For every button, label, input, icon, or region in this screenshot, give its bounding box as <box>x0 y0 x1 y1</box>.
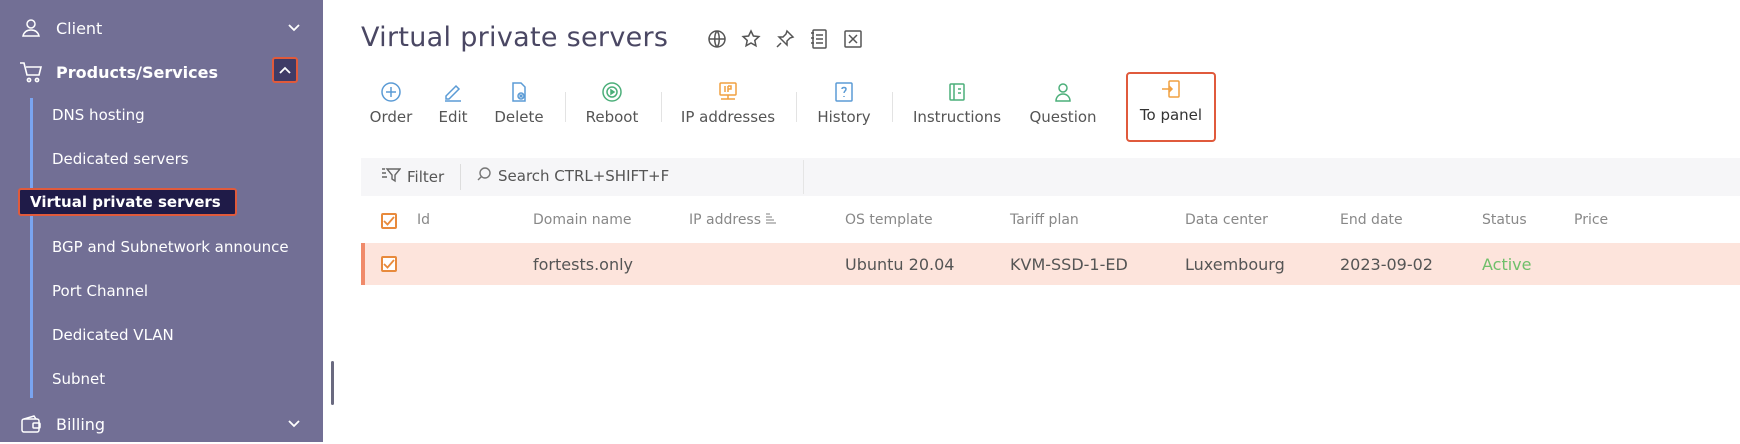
delete-doc-icon <box>507 80 531 104</box>
sidebar: Client Products/Services DNS hosting Ded… <box>0 0 323 442</box>
instructions-icon <box>945 80 969 104</box>
instructions-label: Instructions <box>912 108 1002 126</box>
delete-button[interactable]: Delete <box>492 80 546 140</box>
sidebar-item-dns-hosting[interactable]: DNS hosting <box>52 106 145 124</box>
column-header-domain-name[interactable]: Domain name <box>533 212 631 228</box>
chevron-down-icon[interactable] <box>284 414 304 434</box>
cell-domain-name: fortests.only <box>533 255 633 274</box>
sidebar-item-subnet[interactable]: Subnet <box>52 370 105 388</box>
star-icon[interactable] <box>740 28 762 50</box>
delete-label: Delete <box>494 108 544 126</box>
sidebar-item-bgp[interactable]: BGP and Subnetwork announce <box>52 238 289 256</box>
order-label: Order <box>369 108 413 126</box>
to-panel-content[interactable]: To panel <box>1133 78 1209 138</box>
column-header-status[interactable]: Status <box>1482 212 1527 228</box>
filter-label: Filter <box>407 168 445 186</box>
filter-separator <box>460 164 461 190</box>
column-header-price[interactable]: Price <box>1574 212 1608 228</box>
column-header-id[interactable]: Id <box>417 212 430 228</box>
instructions-button[interactable]: Instructions <box>910 80 1004 140</box>
sidebar-item-virtual-private-servers[interactable]: Virtual private servers <box>18 188 237 216</box>
sidebar-item-label: Billing <box>56 414 106 434</box>
cart-icon <box>18 59 44 85</box>
reboot-button[interactable]: Reboot <box>583 80 641 140</box>
history-button[interactable]: History <box>815 80 873 140</box>
filter-button[interactable]: Filter <box>381 166 444 188</box>
row-checkbox[interactable] <box>381 256 397 272</box>
sidebar-item-port-channel[interactable]: Port Channel <box>52 282 148 300</box>
reboot-label: Reboot <box>585 108 639 126</box>
cell-status: Active <box>1482 255 1532 274</box>
plus-circle-icon <box>379 80 403 104</box>
filter-icon <box>381 166 402 188</box>
globe-icon[interactable] <box>706 28 728 50</box>
sort-icon <box>765 212 777 228</box>
page-title: Virtual private servers <box>361 22 669 53</box>
excel-export-icon[interactable] <box>842 28 864 50</box>
toolbar-separator <box>796 92 797 122</box>
history-icon <box>832 80 856 104</box>
column-header-end-date[interactable]: End date <box>1340 212 1403 228</box>
question-label: Question <box>1029 108 1097 126</box>
search-icon <box>476 166 492 186</box>
column-header-os-template[interactable]: OS template <box>845 212 933 228</box>
sidebar-item-dedicated-vlan[interactable]: Dedicated VLAN <box>52 326 174 344</box>
pencil-icon <box>441 80 465 104</box>
cell-os-template: Ubuntu 20.04 <box>845 255 955 274</box>
edit-button[interactable]: Edit <box>436 80 470 140</box>
toolbar-separator <box>565 92 566 122</box>
reboot-icon <box>600 80 624 104</box>
cell-tariff-plan: KVM-SSD-1-ED <box>1010 255 1128 274</box>
cell-end-date: 2023-09-02 <box>1340 255 1433 274</box>
wallet-icon <box>18 411 44 437</box>
sidebar-resize-handle[interactable] <box>331 361 334 405</box>
login-panel-icon <box>1159 78 1183 102</box>
search-input[interactable] <box>498 167 798 185</box>
ip-addresses-button[interactable]: IP addresses <box>679 80 777 140</box>
notes-icon[interactable] <box>808 28 830 50</box>
to-panel-label: To panel <box>1139 106 1203 124</box>
sidebar-item-label: Client <box>56 18 103 38</box>
column-header-data-center[interactable]: Data center <box>1185 212 1268 228</box>
title-actions <box>706 28 864 50</box>
history-label: History <box>817 108 871 126</box>
ip-icon <box>716 80 740 104</box>
toolbar-separator <box>892 92 893 122</box>
search-box[interactable] <box>476 166 798 186</box>
row-selected-accent <box>361 243 365 285</box>
sidebar-item-client[interactable]: Client <box>0 8 323 48</box>
search-separator <box>803 160 804 194</box>
question-button[interactable]: Question <box>1026 80 1100 140</box>
ip-addresses-label: IP addresses <box>680 108 776 126</box>
sidebar-item-label: Products/Services <box>56 62 218 82</box>
toolbar-separator <box>661 92 662 122</box>
column-header-label: IP address <box>689 212 762 228</box>
select-all-checkbox[interactable] <box>381 213 397 229</box>
submenu-line <box>30 98 33 398</box>
column-header-ip-address[interactable]: IP address <box>689 212 777 228</box>
order-button[interactable]: Order <box>367 80 415 140</box>
column-header-tariff-plan[interactable]: Tariff plan <box>1010 212 1079 228</box>
edit-label: Edit <box>438 108 468 126</box>
sidebar-item-dedicated-servers[interactable]: Dedicated servers <box>52 150 189 168</box>
cell-data-center: Luxembourg <box>1185 255 1285 274</box>
user-icon <box>18 15 44 41</box>
question-user-icon <box>1051 80 1075 104</box>
chevron-down-icon[interactable] <box>284 18 304 38</box>
pin-icon[interactable] <box>774 28 796 50</box>
sidebar-item-billing[interactable]: Billing <box>0 404 323 444</box>
chevron-up-icon[interactable] <box>272 57 298 83</box>
